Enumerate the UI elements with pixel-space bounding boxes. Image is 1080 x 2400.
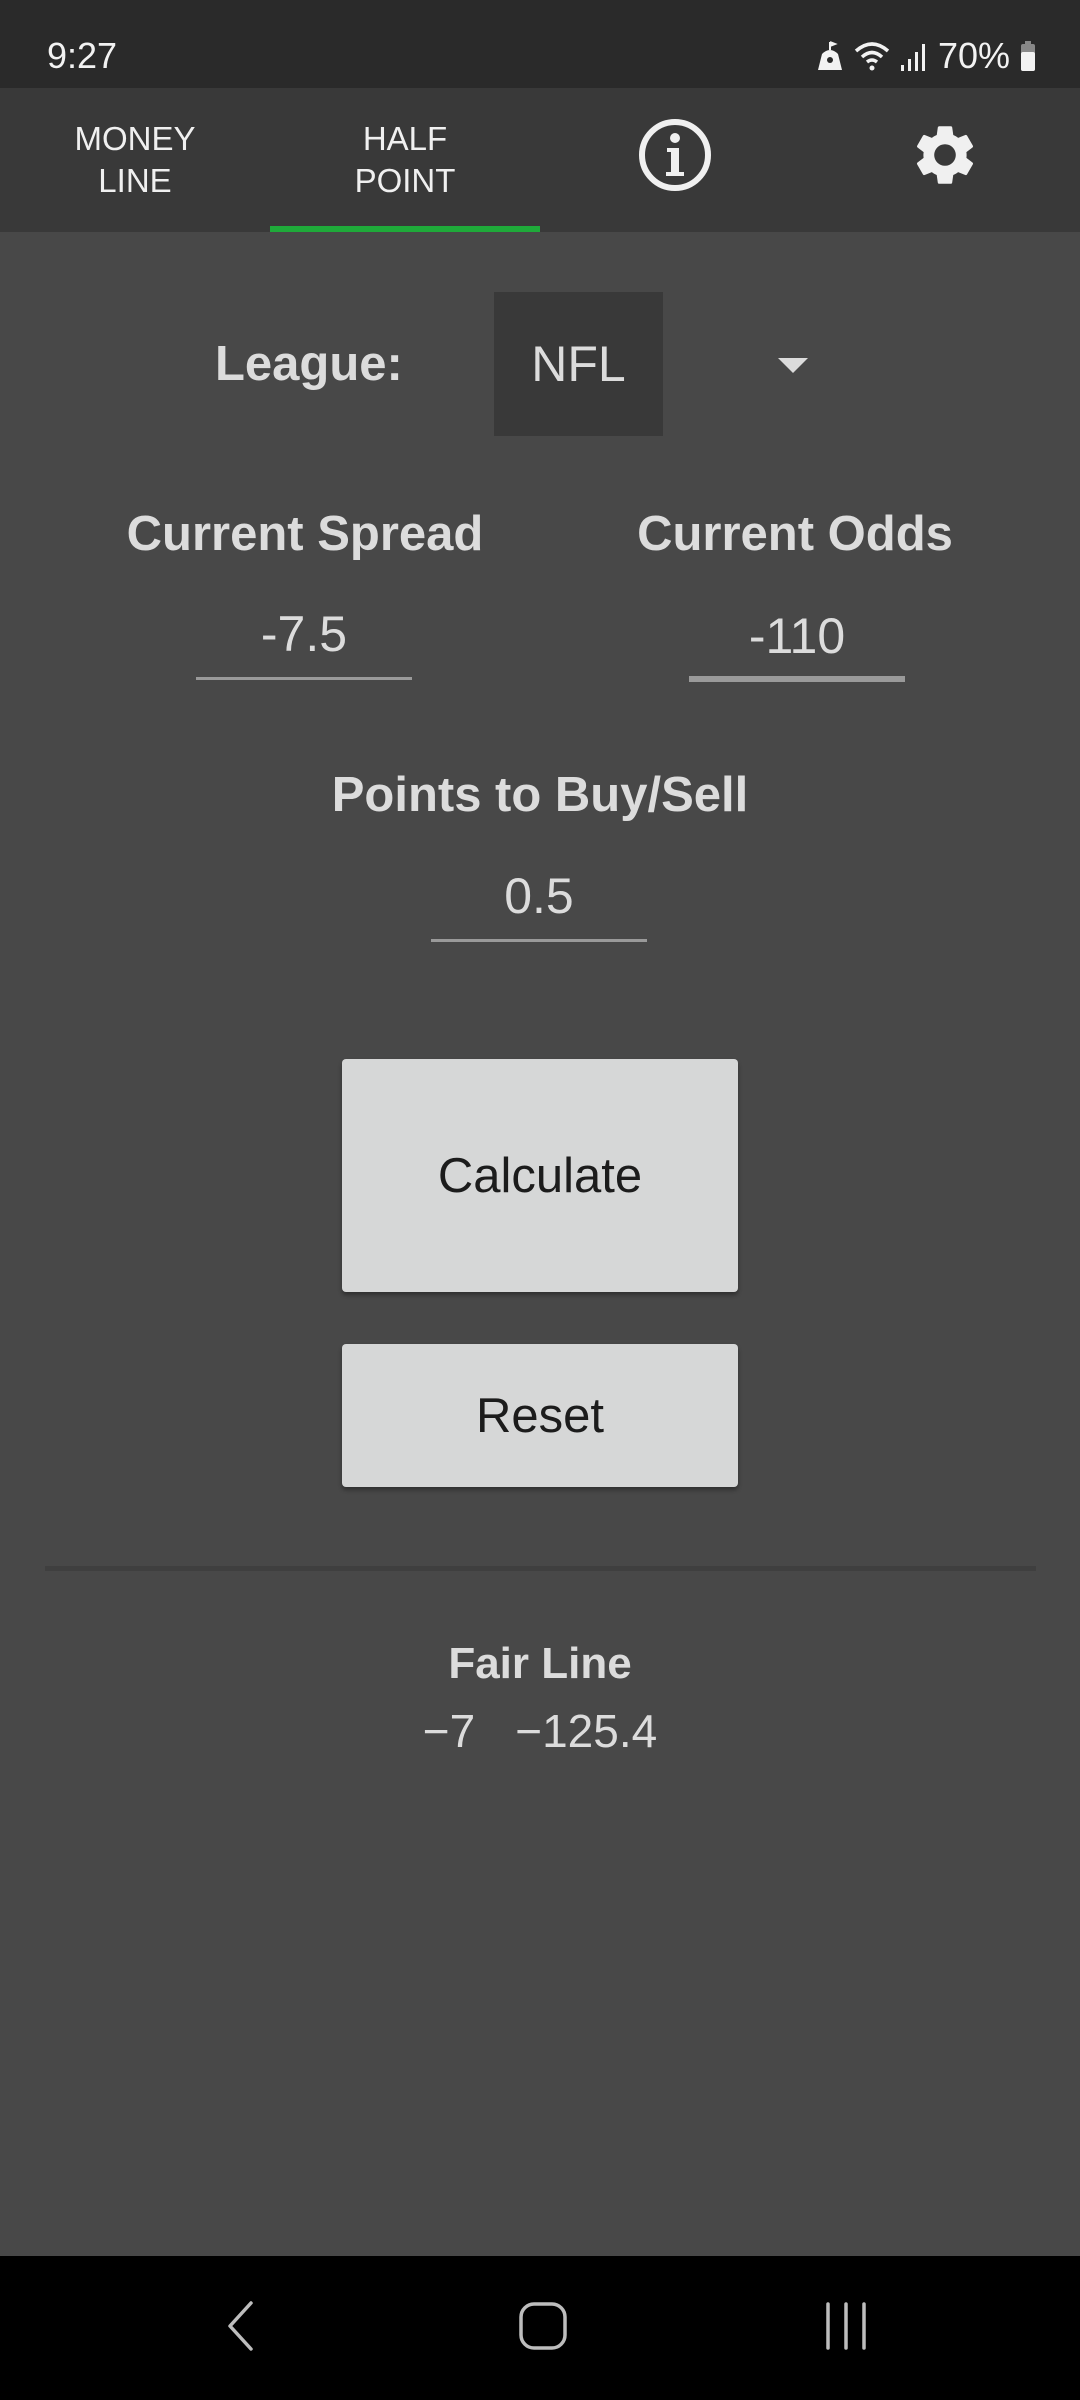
tab-money-line[interactable]: MONEY LINE [0,88,270,232]
tab-settings[interactable] [810,88,1080,232]
current-spread-underline [196,677,412,680]
divider [45,1566,1036,1571]
points-input[interactable] [431,862,647,930]
tab-bar: MONEY LINE HALF POINT [0,88,1080,232]
tab-info[interactable] [540,88,810,232]
tab-money-line-label: MONEY LINE [74,120,196,199]
wifi-icon [854,41,890,71]
home-button[interactable] [443,2256,643,2400]
current-odds-label: Current Odds [637,507,953,561]
dropdown-arrow-icon[interactable] [778,358,808,373]
current-odds-field[interactable] [689,602,905,682]
selected-tab-indicator [270,226,540,232]
gear-icon [909,119,981,201]
recent-apps-button[interactable] [746,2256,946,2400]
league-value: NFL [531,336,626,392]
notification-icon [816,40,844,72]
status-icons: 70% [816,38,1036,74]
back-button[interactable] [140,2256,340,2400]
current-odds-input[interactable] [689,602,905,670]
info-icon [638,118,712,202]
current-spread-field[interactable] [196,600,412,680]
current-odds-underline [689,676,905,682]
current-spread-label: Current Spread [126,507,484,561]
battery-percent: 70% [937,35,1010,76]
points-to-buy-sell-label: Points to Buy/Sell [331,768,749,822]
back-icon [225,2300,255,2357]
battery-icon [1020,41,1036,71]
fair-line-spread: −7 [422,1705,476,1757]
fair-line-title: Fair Line [448,1639,632,1688]
points-field[interactable] [431,862,647,942]
tab-half-point[interactable]: HALF POINT [270,88,540,232]
calculate-button[interactable]: Calculate [342,1059,738,1292]
status-bar: 9:27 70% [0,0,1080,88]
reset-button[interactable]: Reset [342,1344,738,1487]
current-spread-input[interactable] [196,600,412,668]
tab-half-point-label: HALF POINT [354,120,456,199]
status-time: 9:27 [47,35,118,76]
league-dropdown[interactable]: NFL [494,292,663,436]
fair-line-values: −7 −125.4 [0,1708,1080,1754]
signal-icon [900,41,928,71]
fair-line-odds: −125.4 [515,1705,658,1757]
navigation-bar [0,2256,1080,2400]
points-underline [431,939,647,942]
home-icon [517,2300,569,2357]
league-label: League: [215,337,403,391]
recent-apps-icon [822,2300,870,2357]
